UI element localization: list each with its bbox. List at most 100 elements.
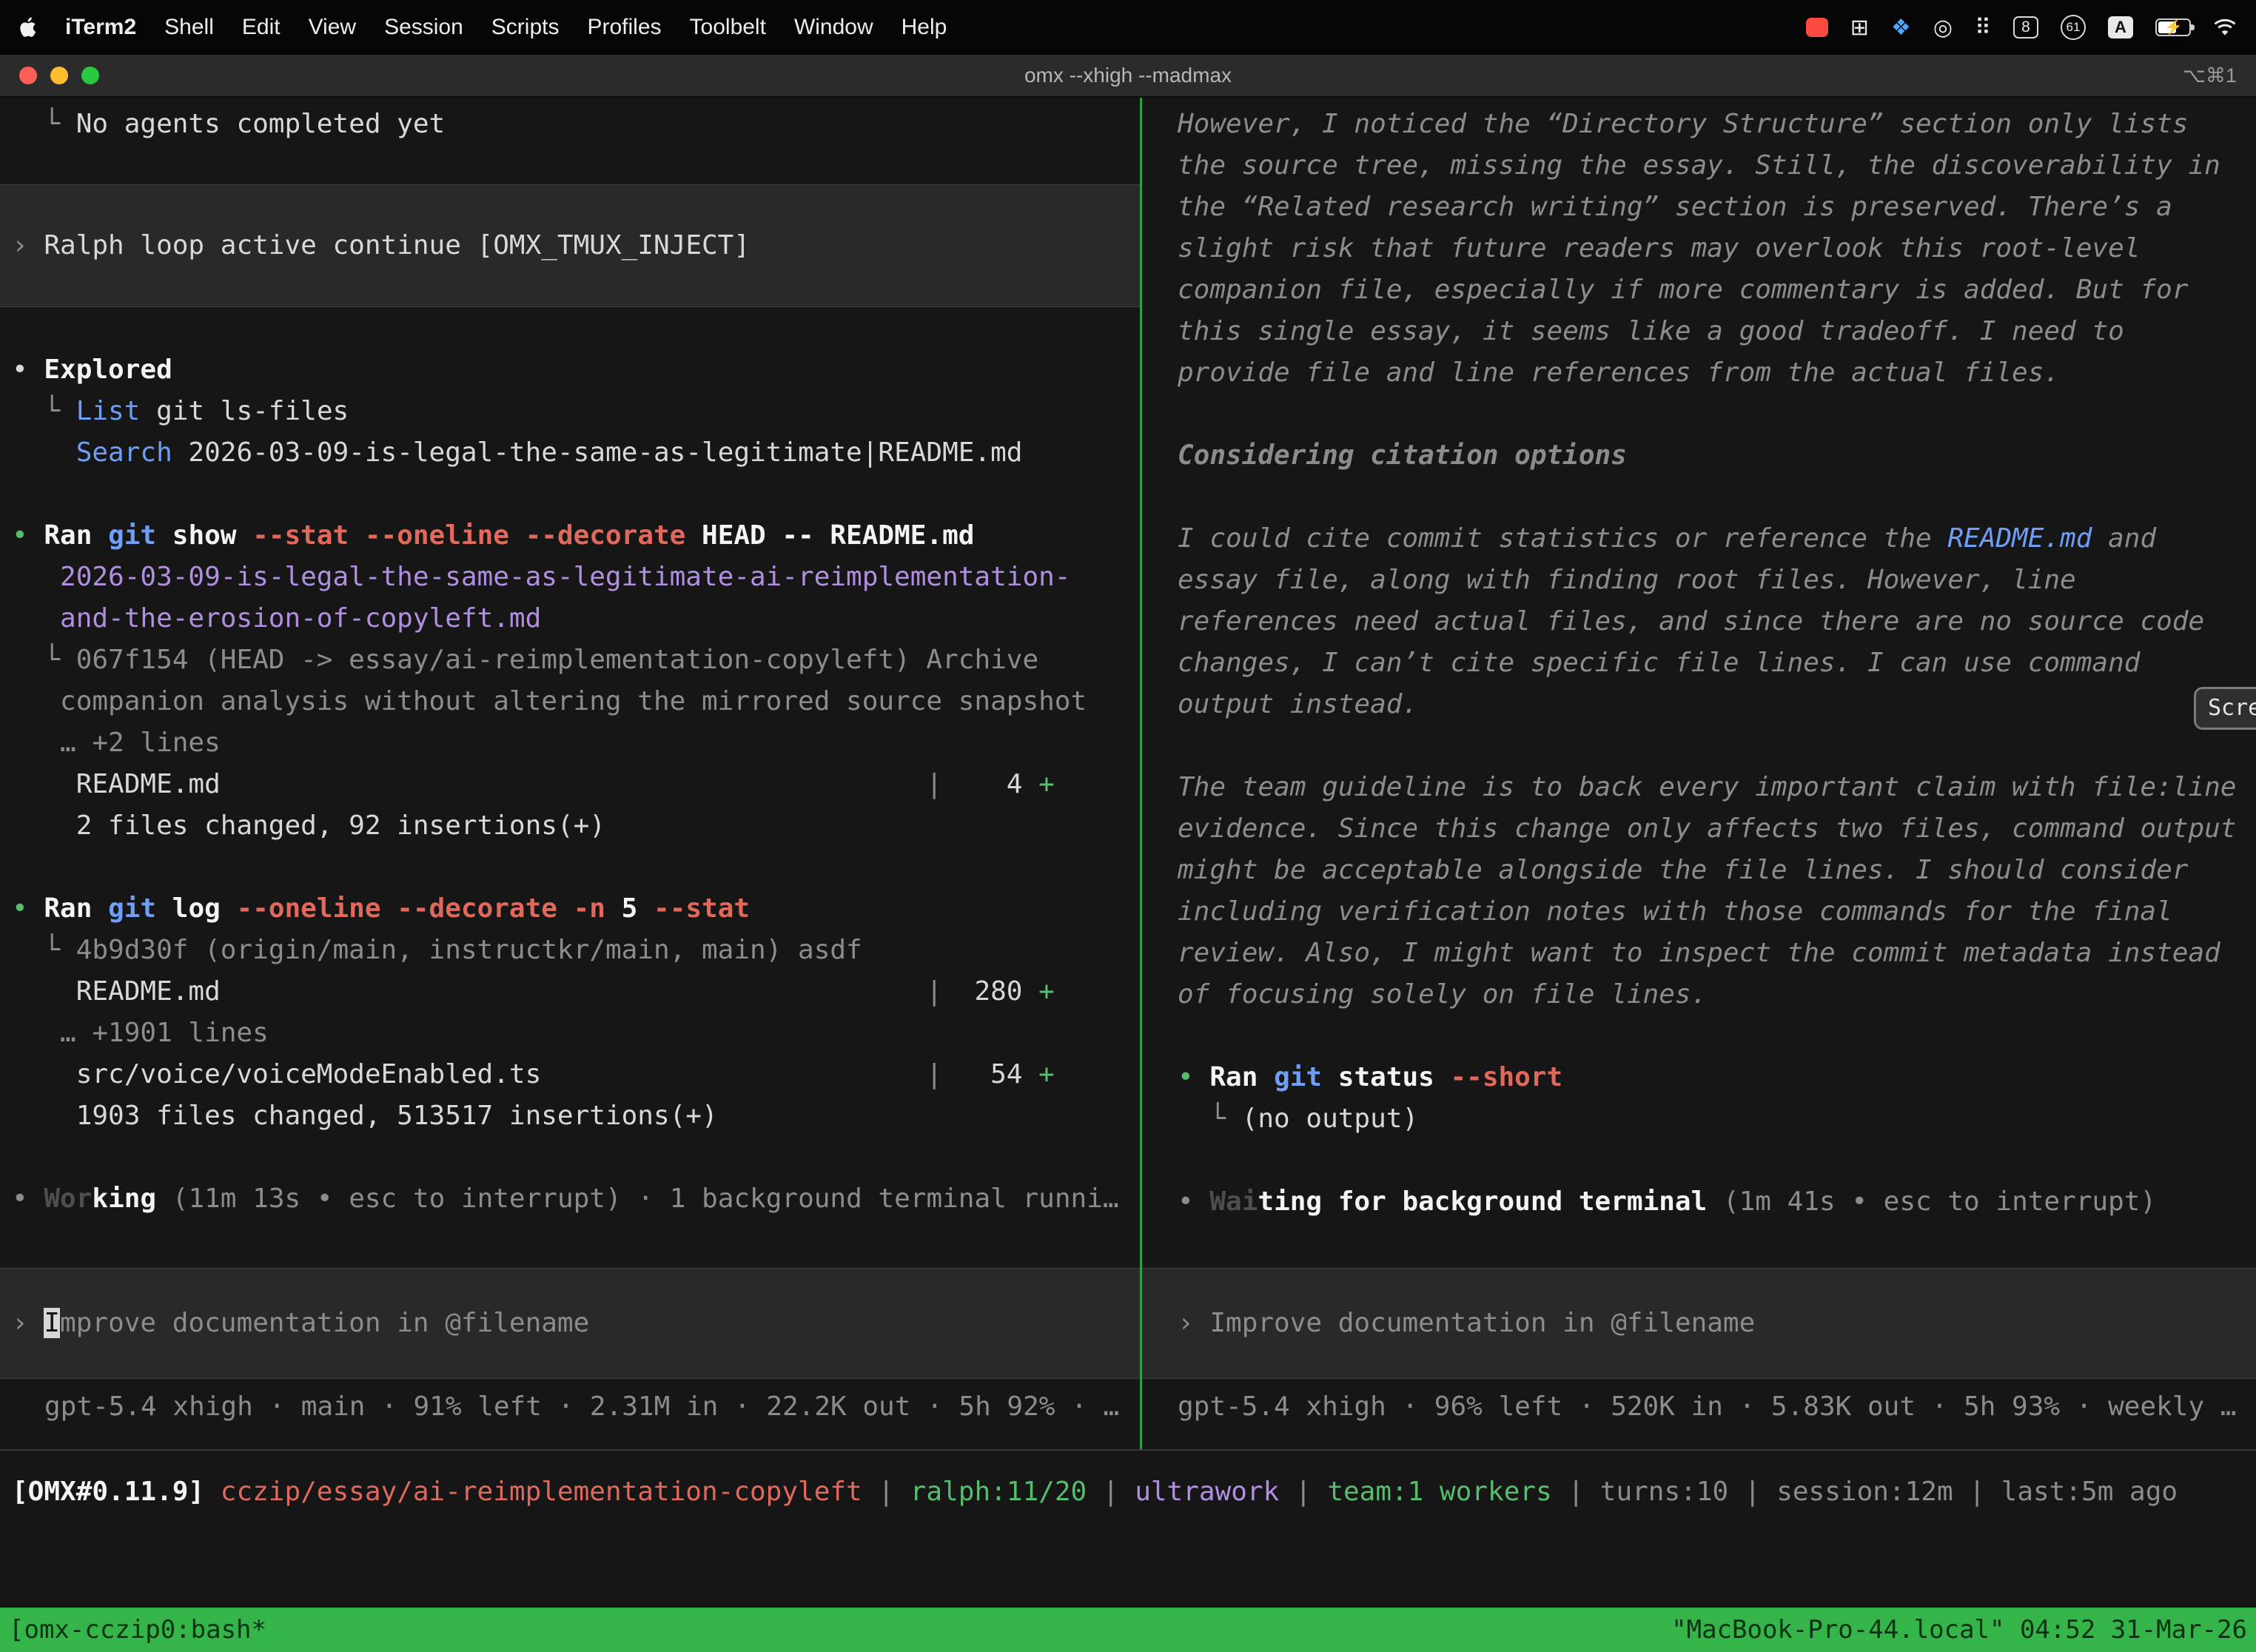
tmux-session-label[interactable]: [omx-cczip0:bash* [9,1615,266,1645]
right-status-line: gpt-5.4 xhigh · 96% left · 520K in · 5.8… [1142,1386,2256,1428]
battery-nub [2191,24,2195,30]
terminal-line: … +2 lines [12,722,1128,764]
dots-grid-icon[interactable]: ⠿ [1975,15,1991,41]
menu-item-profiles[interactable]: Profiles [587,15,661,40]
explored-header: • Explored [12,349,1128,391]
menu-item-app[interactable]: iTerm2 [65,15,136,40]
ralph-inject-box: › Ralph loop active continue [OMX_TMUX_I… [0,184,1140,307]
terminal-line: … +1901 lines [12,1013,1128,1054]
menu-item-shell[interactable]: Shell [164,15,214,40]
ring-icon[interactable]: ◎ [1933,15,1953,41]
battery-icon[interactable]: ⚡ [2155,19,2191,36]
terminal-line: 1903 files changed, 513517 insertions(+) [12,1095,1128,1137]
menu-items: iTerm2 Shell Edit View Session Scripts P… [19,15,947,40]
screen-overlay-button[interactable]: Scre [2194,687,2256,730]
terminal-line: references need actual files, and since … [1178,601,2244,642]
git-status-command: • Ran git status --short [1178,1057,2244,1098]
terminal-line [12,474,1128,515]
prompt-chevron-icon: › [12,1308,44,1338]
left-body-lines: • Explored └ List git ls-files Search 20… [0,349,1140,1220]
wifi-icon[interactable] [2213,18,2237,37]
close-window-button[interactable] [19,67,37,84]
menu-item-edit[interactable]: Edit [242,15,281,40]
left-prompt-input[interactable]: › Improve documentation in @filename [0,1268,1140,1379]
inject-lines: › Ralph loop active continue [OMX_TMUX_I… [0,225,1140,266]
terminal-line: of focusing solely on file lines. [1178,974,2244,1015]
omx-status-line: [OMX#0.11.9] cczip/essay/ai-reimplementa… [12,1471,2244,1513]
terminal-line: essay file, along with finding root file… [1178,560,2244,601]
window-title-bar: omx --xhigh --madmax ⌥⌘1 [0,55,2256,98]
terminal-line [12,1137,1128,1178]
zoom-window-button[interactable] [81,67,99,84]
left-status-line: gpt-5.4 xhigh · main · 91% left · 2.31M … [0,1386,1140,1428]
key-8-icon[interactable]: 8 [2013,16,2038,38]
git-log-command: • Ran git log --oneline --decorate -n 5 … [12,888,1128,930]
terminal-line: README.md | 280 + [12,971,1128,1013]
menu-item-view[interactable]: View [309,15,356,40]
terminal-line: this single essay, it seems like a good … [1178,311,2244,352]
terminal-line: the source tree, missing the essay. Stil… [1178,145,2244,187]
ralph-loop-line: › Ralph loop active continue [OMX_TMUX_I… [12,225,1128,266]
apple-menu-icon[interactable] [19,17,37,38]
right-body-lines: However, I noticed the “Directory Struct… [1142,104,2256,1223]
right-prompt-input[interactable]: › Improve documentation in @filename [1142,1268,2256,1379]
omx-status-bar: [OMX#0.11.9] cczip/essay/ai-reimplementa… [0,1451,2256,1513]
menu-item-session[interactable]: Session [384,15,463,40]
prompt-chevron-icon: › [1178,1308,1209,1338]
terminal-line: └ 067f154 (HEAD -> essay/ai-reimplementa… [12,639,1128,681]
menu-item-scripts[interactable]: Scripts [491,15,560,40]
terminal-line: might be acceptable alongside the file l… [1178,850,2244,891]
tmux-host-clock: "MacBook-Pro-44.local" 04:52 31-Mar-26 [1671,1615,2247,1645]
waiting-indicator: • Waiting for background terminal (1m 41… [1178,1181,2244,1223]
terminal-line: However, I noticed the “Directory Struct… [1178,104,2244,145]
terminal-line [1178,725,2244,767]
terminal-line: └ List git ls-files [12,391,1128,432]
terminal-line: review. Also, I might want to inspect th… [1178,933,2244,974]
window-title: omx --xhigh --madmax [0,64,2256,87]
terminal-line: including verification notes with those … [1178,891,2244,933]
battery-percent-icon[interactable]: 61 [2061,15,2086,40]
terminal-line: output instead. [1178,684,2244,725]
minimize-window-button[interactable] [50,67,68,84]
text-cursor: I [44,1308,60,1338]
right-input-text: Improve documentation in @filename [1209,1308,1755,1338]
terminal-line: └ (no output) [1178,1098,2244,1140]
terminal-line: 2 files changed, 92 insertions(+) [12,805,1128,847]
grid-icon[interactable]: ⊞ [1850,15,1869,41]
terminal-line: evidence. Since this change only affects… [1178,808,2244,850]
menu-item-window[interactable]: Window [794,15,873,40]
terminal-line: README.md | 4 + [12,764,1128,805]
thinking-heading: Considering citation options [1178,435,2244,477]
left-pane[interactable]: └ No agents completed yet › Ralph loop a… [0,98,1140,1449]
screen-recording-icon[interactable] [1806,18,1828,37]
input-source-icon[interactable]: A [2108,16,2133,38]
tmux-status-bar: [omx-cczip0:bash* "MacBook-Pro-44.local"… [0,1608,2256,1652]
working-indicator: • Working (11m 13s • esc to interrupt) ·… [12,1178,1128,1220]
terminal-line: changes, I can’t cite specific file line… [1178,642,2244,684]
terminal-line: companion analysis without altering the … [12,681,1128,722]
git-show-command: • Ran git show --stat --oneline --decora… [12,515,1128,557]
terminal-line: companion file, especially if more comme… [1178,269,2244,311]
terminal-line: and-the-erosion-of-copyleft.md [12,598,1128,639]
terminal-line [1178,477,2244,518]
terminal-line: provide file and line references from th… [1178,352,2244,394]
traffic-lights [0,67,99,84]
right-model-status: gpt-5.4 xhigh · 96% left · 520K in · 5.8… [1178,1386,2244,1428]
terminal-line: The team guideline is to back every impo… [1178,767,2244,808]
menu-item-toolbelt[interactable]: Toolbelt [690,15,766,40]
menu-item-help[interactable]: Help [902,15,947,40]
terminal-window: └ No agents completed yet › Ralph loop a… [0,98,2256,1652]
left-model-status: gpt-5.4 xhigh · main · 91% left · 2.31M … [44,1386,1128,1428]
terminal-line [1178,1140,2244,1181]
terminal-line: src/voice/voiceModeEnabled.ts | 54 + [12,1054,1128,1095]
left-input-text: mprove documentation in @filename [60,1308,589,1338]
terminal-line: slight risk that future readers may over… [1178,228,2244,269]
terminal-line [1178,394,2244,435]
terminal-line: 2026-03-09-is-legal-the-same-as-legitima… [12,557,1128,598]
terminal-line: I could cite commit statistics or refere… [1178,518,2244,560]
window-shortcut-badge: ⌥⌘1 [2183,64,2256,87]
terminal-line: Search 2026-03-09-is-legal-the-same-as-l… [12,432,1128,474]
left-top-lines: └ No agents completed yet [0,104,1140,145]
blue-app-icon[interactable]: ❖ [1891,15,1911,41]
right-pane[interactable]: However, I noticed the “Directory Struct… [1142,98,2256,1449]
